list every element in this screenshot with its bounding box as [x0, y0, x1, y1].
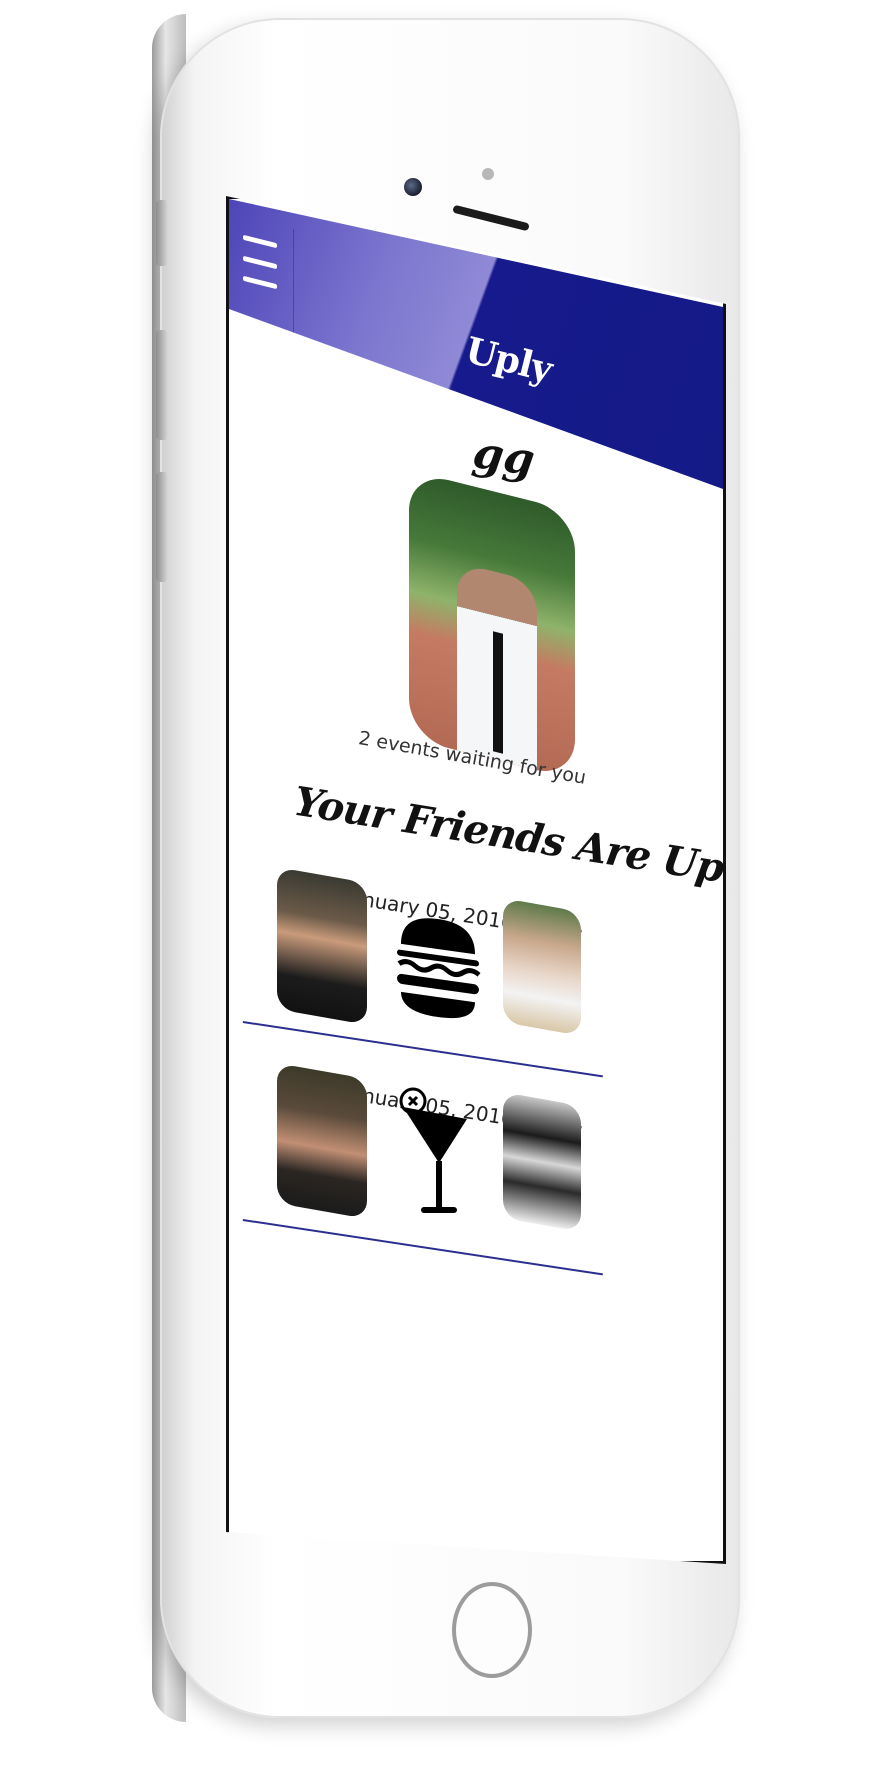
friend-avatar-woman[interactable]: [503, 898, 581, 1036]
menu-line: [243, 275, 277, 290]
user-name: gg: [469, 426, 538, 487]
proximity-sensor: [482, 168, 494, 180]
menu-line: [243, 255, 277, 269]
volume-up-button: [156, 330, 168, 440]
burger-icon[interactable]: [395, 907, 481, 1023]
event-separator: [242, 1219, 603, 1276]
friend-avatar-man[interactable]: [277, 867, 367, 1025]
home-button[interactable]: [452, 1582, 532, 1678]
menu-line: [243, 234, 277, 249]
profile-photo[interactable]: [409, 470, 575, 780]
nav-divider: [293, 228, 294, 350]
mute-switch: [156, 200, 168, 266]
friend-avatar-woman-eating[interactable]: [277, 1063, 367, 1219]
front-camera-icon: [404, 178, 422, 196]
app-brand-logo: Uply: [461, 329, 556, 391]
cocktail-icon[interactable]: [399, 1083, 471, 1223]
volume-down-button: [156, 472, 168, 582]
friend-avatar-woman-hat[interactable]: [503, 1092, 581, 1232]
hamburger-menu-icon[interactable]: [243, 234, 277, 290]
app-screen: Uply gg 2 events waiting for you Your Fr…: [226, 196, 726, 1564]
profile-photo-tie: [493, 631, 503, 754]
